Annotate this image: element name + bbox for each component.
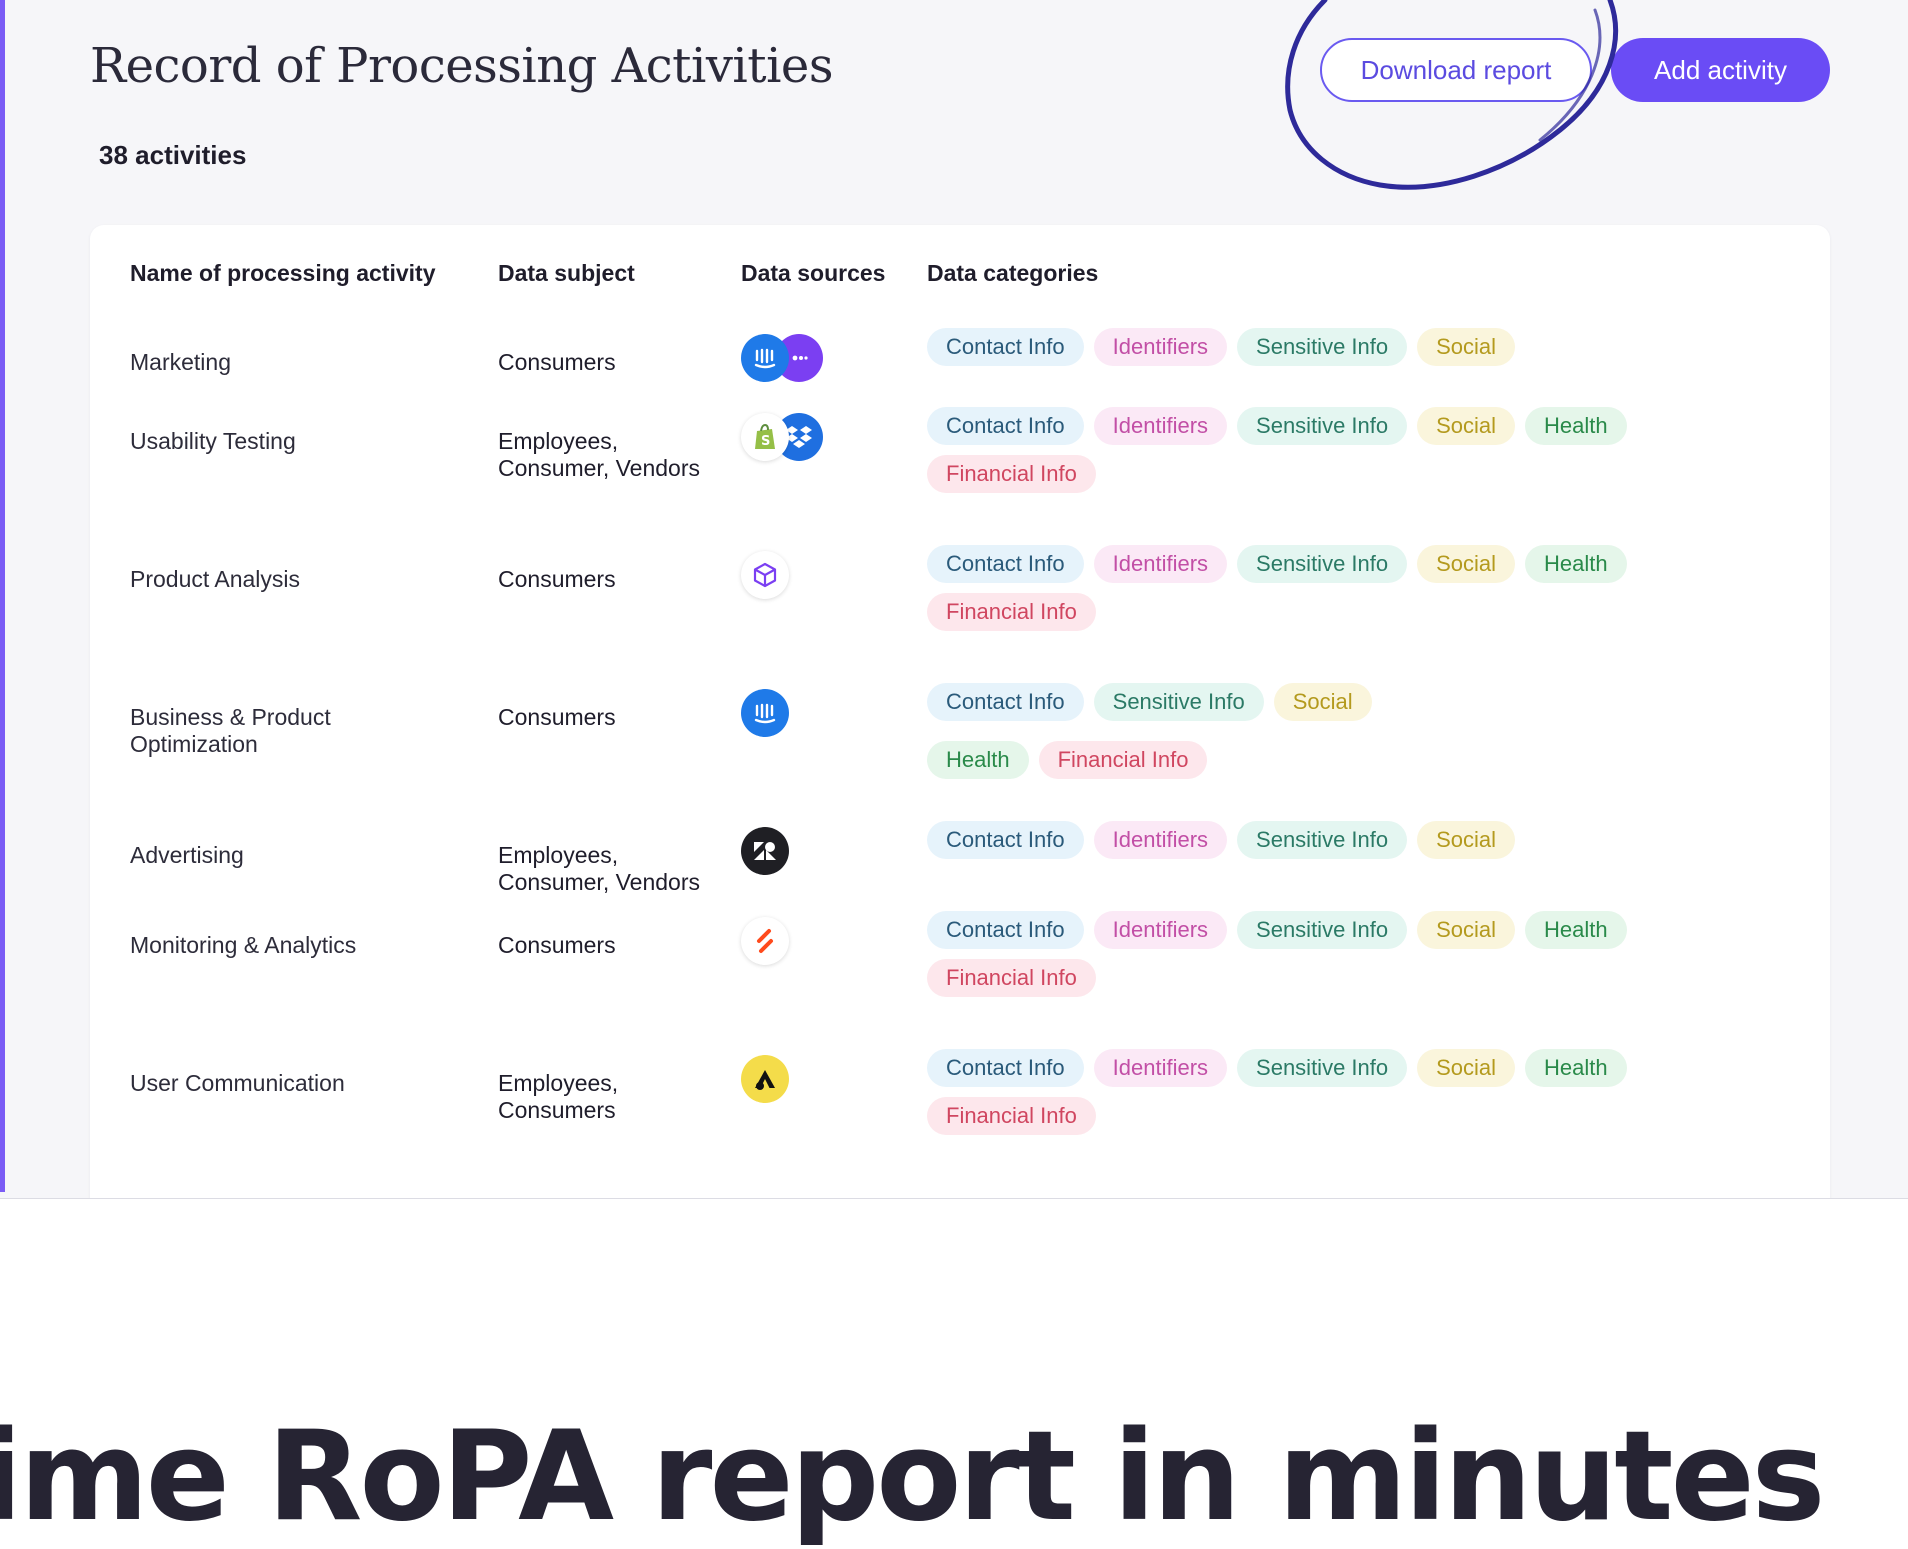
column-header-categories[interactable]: Data categories	[927, 260, 1098, 287]
data-sources	[741, 917, 841, 967]
data-categories: Contact Info Identifiers Sensitive Info …	[927, 911, 1787, 997]
category-tag: Financial Info	[927, 959, 1096, 997]
category-tag: Contact Info	[927, 407, 1084, 445]
data-subject: Consumers	[498, 704, 616, 730]
category-tag: Contact Info	[927, 821, 1084, 859]
category-tag: Social	[1417, 545, 1516, 583]
category-tag: Identifiers	[1093, 407, 1228, 445]
column-header-sources[interactable]: Data sources	[741, 260, 885, 287]
category-tag: Financial Info	[927, 593, 1096, 631]
add-activity-button[interactable]: Add activity	[1611, 38, 1830, 102]
cube-icon	[741, 551, 789, 599]
category-tag: Health	[1525, 407, 1627, 445]
data-subject: Consumers	[498, 566, 616, 592]
data-sources: S	[741, 413, 841, 463]
data-subject: Consumers	[498, 932, 616, 958]
shopify-icon: S	[741, 413, 789, 461]
category-tag: Social	[1417, 1049, 1516, 1087]
data-categories: Contact Info Identifiers Sensitive Info …	[927, 407, 1787, 493]
category-tag: Social	[1273, 683, 1372, 721]
page-title: Record of Processing Activities	[90, 38, 833, 94]
activity-name[interactable]: Usability Testing	[130, 428, 460, 455]
category-tag: Social	[1417, 407, 1516, 445]
category-tag: Sensitive Info	[1237, 1049, 1408, 1087]
category-tag: Social	[1417, 821, 1516, 859]
category-tag: Health	[1525, 1049, 1627, 1087]
category-tag: Sensitive Info	[1093, 683, 1264, 721]
category-tag: Contact Info	[927, 1049, 1084, 1087]
activity-name[interactable]: Marketing	[130, 349, 460, 376]
data-sources	[741, 551, 841, 601]
data-sources	[741, 827, 841, 877]
data-categories: Contact Info Identifiers Sensitive Info …	[927, 1049, 1787, 1135]
category-tag: Sensitive Info	[1237, 911, 1408, 949]
category-tag: Identifiers	[1093, 911, 1228, 949]
activity-count: 38 activities	[99, 140, 247, 170]
activity-name[interactable]: User Communication	[130, 1070, 460, 1097]
data-subject: Consumers	[498, 349, 616, 375]
category-tag: Identifiers	[1093, 1049, 1228, 1087]
triangle-logo-icon	[741, 1055, 789, 1103]
category-tag: Sensitive Info	[1237, 328, 1408, 366]
category-tag: Contact Info	[927, 545, 1084, 583]
category-tag: Contact Info	[927, 328, 1084, 366]
activity-name[interactable]: Monitoring & Analytics	[130, 932, 460, 959]
data-categories: Contact Info Identifiers Sensitive Info …	[927, 821, 1787, 859]
column-header-name[interactable]: Name of processing activity	[130, 260, 436, 287]
category-tag: Identifiers	[1093, 545, 1228, 583]
category-tag: Financial Info	[927, 1097, 1096, 1135]
category-tag: Social	[1417, 911, 1516, 949]
data-sources	[741, 1055, 841, 1105]
category-tag: Financial Info	[927, 455, 1096, 493]
activity-name[interactable]: Advertising	[130, 842, 460, 869]
data-subject: Employees, Consumer, Vendors	[498, 428, 701, 481]
app-window: Record of Processing Activities 38 activ…	[0, 0, 1908, 1199]
activities-table: Name of processing activity Data subject…	[90, 225, 1830, 1198]
window-edge-accent	[0, 0, 5, 1192]
data-categories: Contact Info Identifiers Sensitive Info …	[927, 328, 1787, 366]
category-tag: Sensitive Info	[1237, 407, 1408, 445]
category-tag: Identifiers	[1093, 821, 1228, 859]
data-subject: Employees, Consumers	[498, 1070, 619, 1123]
data-sources	[741, 689, 841, 739]
data-subject: Employees, Consumer, Vendors	[498, 842, 701, 895]
zendesk-icon	[741, 827, 789, 875]
data-categories: Contact Info Sensitive Info Social Healt…	[927, 683, 1787, 779]
intercom-icon	[741, 689, 789, 737]
category-tag: Health	[1525, 911, 1627, 949]
activity-name[interactable]: Business & Product Optimization	[130, 704, 370, 758]
category-tag: Social	[1417, 328, 1516, 366]
category-tag: Health	[927, 741, 1029, 779]
zapier-icon	[741, 917, 789, 965]
category-tag: Identifiers	[1093, 328, 1228, 366]
intercom-icon	[741, 334, 789, 382]
category-tag: Financial Info	[1038, 741, 1208, 779]
marketing-headline: ime RoPA report in minutes	[0, 1405, 1825, 1549]
svg-text:S: S	[761, 434, 770, 449]
activity-name[interactable]: Product Analysis	[130, 566, 460, 593]
category-tag: Sensitive Info	[1237, 821, 1408, 859]
category-tag: Sensitive Info	[1237, 545, 1408, 583]
category-tag: Health	[1525, 545, 1627, 583]
category-tag: Contact Info	[927, 683, 1084, 721]
data-categories: Contact Info Identifiers Sensitive Info …	[927, 545, 1787, 631]
column-header-subject[interactable]: Data subject	[498, 260, 635, 287]
download-report-button[interactable]: Download report	[1320, 38, 1592, 102]
category-tag: Contact Info	[927, 911, 1084, 949]
data-sources	[741, 334, 841, 384]
